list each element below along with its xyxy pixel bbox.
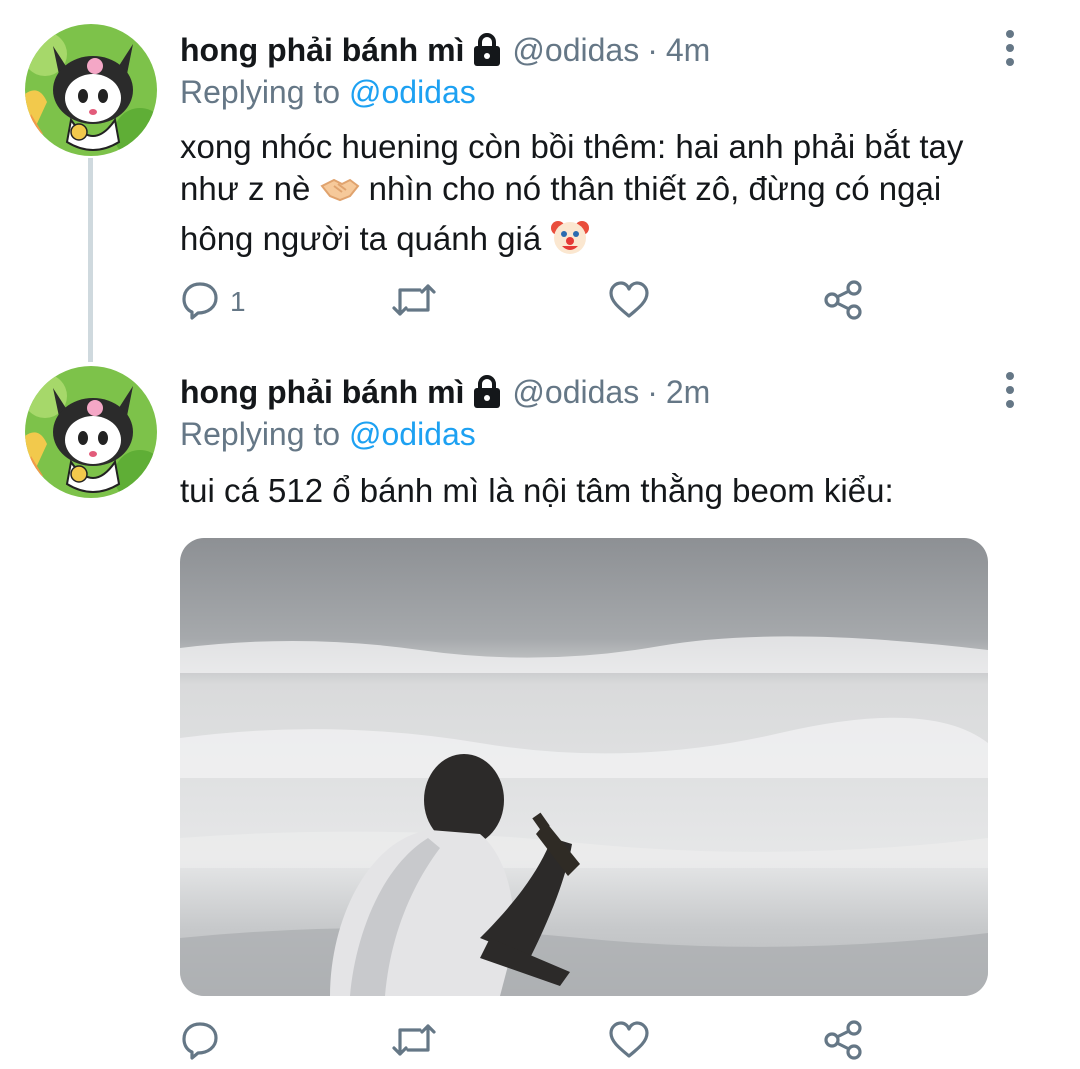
- replying-to-link[interactable]: @odidas: [349, 74, 476, 110]
- replying-prefix: Replying to: [180, 416, 341, 452]
- tweet-photo[interactable]: [180, 538, 988, 996]
- handle[interactable]: @odidas: [512, 374, 639, 411]
- lock-icon: [472, 374, 502, 410]
- more-options-icon[interactable]: [1000, 370, 1020, 410]
- share-icon: [822, 1019, 864, 1066]
- like-icon: [608, 280, 650, 325]
- retweet-icon: [390, 280, 438, 325]
- retweet-button[interactable]: [390, 1020, 438, 1064]
- like-button[interactable]: [608, 280, 650, 324]
- retweet-button[interactable]: [390, 280, 438, 324]
- display-name[interactable]: hong phải bánh mì: [180, 32, 464, 69]
- tweet-actions: [180, 1019, 980, 1066]
- retweet-icon: [390, 1020, 438, 1065]
- avatar[interactable]: [25, 366, 157, 498]
- more-options-icon[interactable]: [1000, 28, 1020, 68]
- separator-dot: ·: [647, 31, 658, 68]
- lock-icon: [472, 32, 502, 68]
- tweet-1[interactable]: hong phải bánh mì @odidas · 4m Replying …: [0, 0, 1080, 362]
- replying-to: Replying to @odidas: [180, 416, 476, 453]
- handle[interactable]: @odidas: [512, 32, 639, 69]
- timestamp[interactable]: 4m: [666, 32, 710, 69]
- reply-count: 1: [230, 286, 246, 317]
- replying-prefix: Replying to: [180, 74, 341, 110]
- timestamp[interactable]: 2m: [666, 374, 710, 411]
- tweet-actions: 1: [180, 279, 980, 326]
- separator-dot: ·: [647, 373, 658, 410]
- avatar[interactable]: [25, 24, 157, 156]
- share-button[interactable]: [822, 1019, 864, 1066]
- reply-icon: [180, 1020, 220, 1065]
- display-name[interactable]: hong phải bánh mì: [180, 374, 464, 411]
- reply-button[interactable]: 1: [180, 280, 246, 324]
- replying-to-link[interactable]: @odidas: [349, 416, 476, 452]
- share-icon: [822, 279, 864, 326]
- replying-to: Replying to @odidas: [180, 74, 476, 111]
- tweet-2[interactable]: hong phải bánh mì @odidas · 2m Replying …: [0, 360, 1080, 1069]
- reply-icon: [180, 280, 220, 325]
- tweet-text: xong nhóc huening còn bồi thêm: hai anh …: [180, 126, 1020, 266]
- like-icon: [608, 1020, 650, 1065]
- like-button[interactable]: [608, 1020, 650, 1064]
- clown-face-emoji: [550, 216, 590, 266]
- tweet-header: hong phải bánh mì @odidas · 2m: [180, 370, 710, 414]
- handshake-emoji: [319, 172, 360, 216]
- reply-button[interactable]: [180, 1020, 230, 1064]
- tweet-header: hong phải bánh mì @odidas · 4m: [180, 28, 710, 72]
- tweet-text: tui cá 512 ổ bánh mì là nội tâm thằng be…: [180, 472, 894, 509]
- share-button[interactable]: [822, 279, 864, 326]
- thread-connector-line: [88, 158, 93, 362]
